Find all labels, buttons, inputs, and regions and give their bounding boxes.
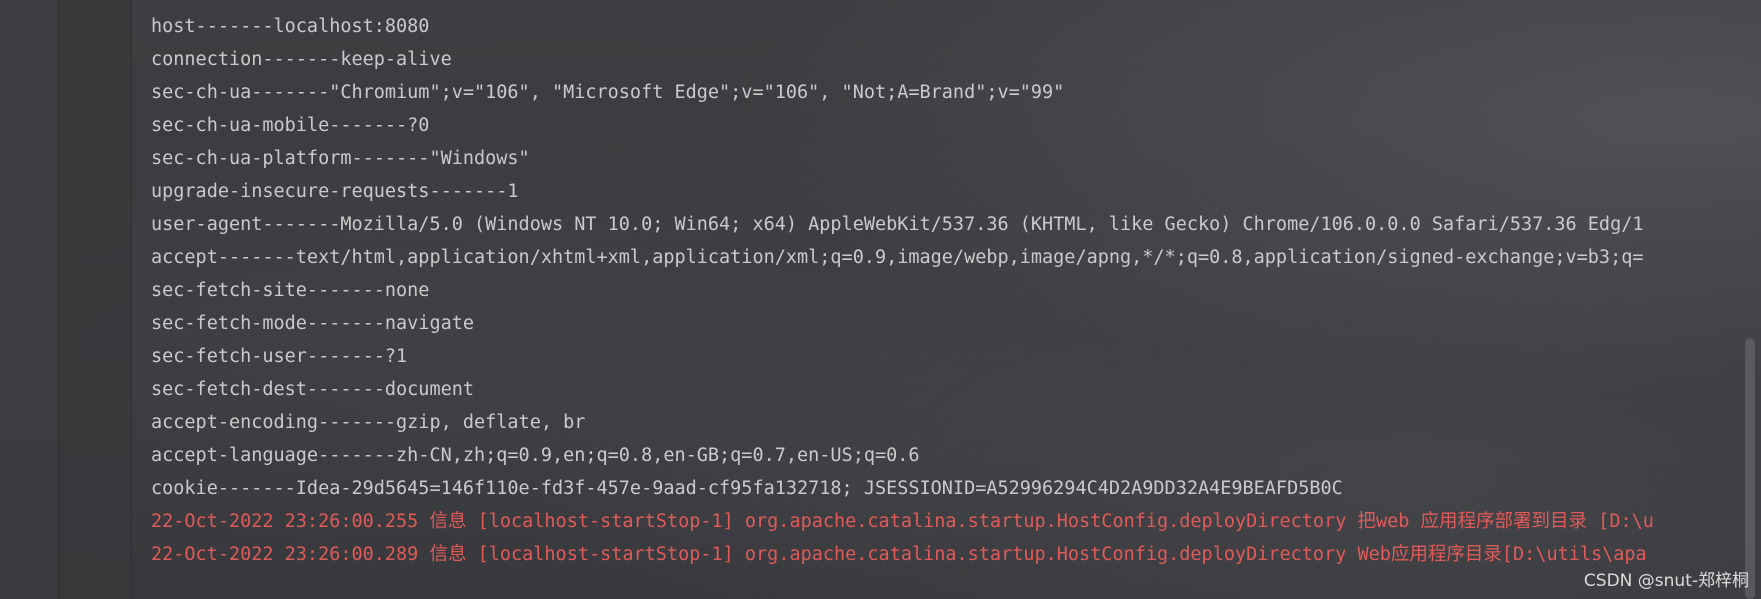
console-line: upgrade-insecure-requests-------1	[151, 181, 519, 202]
console-line: sec-fetch-dest-------document	[151, 379, 475, 400]
console-line: sec-ch-ua-platform-------"Windows"	[151, 148, 530, 169]
console-line: sec-ch-ua-mobile-------?0	[151, 115, 430, 136]
console-error-line: 22-Oct-2022 23:26:00.255 信息 [localhost-s…	[151, 511, 1654, 532]
console-line: user-agent-------Mozilla/5.0 (Windows NT…	[151, 214, 1644, 235]
console-line: cookie-------Idea-29d5645=146f110e-fd3f-…	[151, 478, 1343, 499]
console-line: accept-language-------zh-CN,zh;q=0.9,en;…	[151, 445, 920, 466]
watermark: CSDN @snut-郑梓桐	[1583, 571, 1749, 591]
console-line: accept-------text/html,application/xhtml…	[151, 247, 1644, 268]
vertical-scrollbar[interactable]	[1739, 0, 1761, 599]
console-line: sec-fetch-site-------none	[151, 280, 430, 301]
tool-window-strip	[0, 0, 59, 599]
console-line: accept-encoding-------gzip, deflate, br	[151, 412, 586, 433]
console-line: sec-fetch-mode-------navigate	[151, 313, 475, 334]
console-error-line: 22-Oct-2022 23:26:00.289 信息 [localhost-s…	[151, 544, 1647, 565]
console-output[interactable]: host-------localhost:8080 connection----…	[132, 0, 1732, 599]
console-line: host-------localhost:8080	[151, 16, 430, 37]
console-line: sec-fetch-user-------?1	[151, 346, 408, 367]
console-line: connection-------keep-alive	[151, 49, 452, 70]
console-gutter	[59, 0, 132, 599]
scrollbar-thumb[interactable]	[1745, 338, 1755, 599]
console-line: sec-ch-ua-------"Chromium";v="106", "Mic…	[151, 82, 1065, 103]
